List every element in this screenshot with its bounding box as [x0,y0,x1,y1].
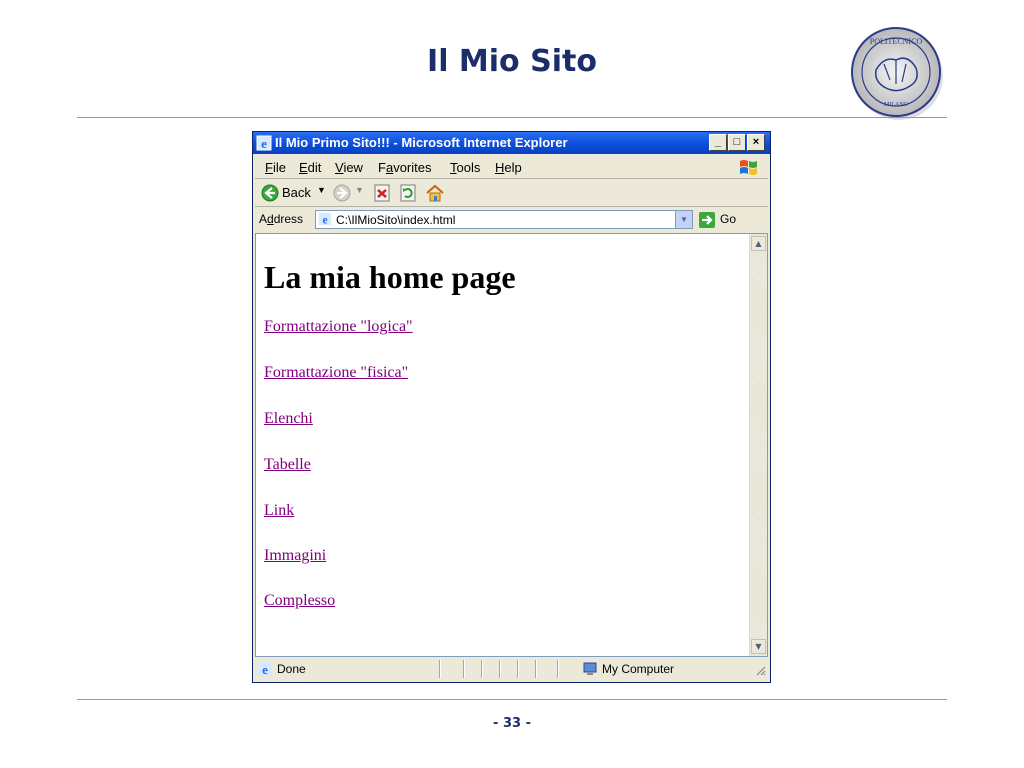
forward-dropdown-icon[interactable]: ▼ [355,185,364,195]
close-button[interactable]: × [747,134,765,151]
menu-file[interactable]: File [265,160,286,175]
vertical-scrollbar[interactable]: ▲ ▼ [749,234,767,656]
link-formattazione-fisica[interactable]: Formattazione "fisica" [264,364,408,382]
link-tabelle[interactable]: Tabelle [264,456,311,474]
window-titlebar[interactable]: e Il Mio Primo Sito!!! - Microsoft Inter… [253,132,770,154]
svg-text:POLITECNICO: POLITECNICO [870,37,923,46]
status-separator [557,660,559,678]
svg-text:MILANO: MILANO [884,102,909,108]
zone-text: My Computer [602,662,675,676]
ie-window: e Il Mio Primo Sito!!! - Microsoft Inter… [252,131,771,683]
refresh-icon[interactable] [399,184,417,202]
link-link[interactable]: Link [264,502,294,520]
back-dropdown-icon[interactable]: ▼ [317,185,326,195]
status-separator [439,660,441,678]
maximize-button[interactable]: □ [728,134,746,151]
scroll-up-button[interactable]: ▲ [751,236,766,251]
status-text: Done [277,662,306,676]
link-immagini[interactable]: Immagini [264,547,326,565]
menu-view[interactable]: View [335,160,363,175]
link-complesso[interactable]: Complesso [264,592,335,610]
status-bar: e Done My Computer [255,658,768,680]
ie-app-icon[interactable]: e [256,135,272,151]
status-separator [535,660,537,678]
resize-grip-icon[interactable] [754,664,766,676]
minimize-button[interactable]: _ [709,134,727,151]
address-dropdown-button[interactable]: ▼ [675,211,692,228]
back-arrow-icon[interactable] [261,184,279,202]
my-computer-icon [583,662,597,675]
windows-flag-icon [740,160,757,175]
address-input[interactable]: e C:\IlMioSito\index.html ▼ [315,210,693,229]
go-arrow-icon[interactable] [698,211,716,229]
page-content: La mia home page Formattazione "logica" … [264,234,744,609]
menu-tools[interactable]: Tools [450,160,480,175]
address-label: Address [259,212,304,226]
back-button-label[interactable]: Back [282,185,311,200]
status-separator [481,660,483,678]
status-separator [517,660,519,678]
page-viewport: La mia home page Formattazione "logica" … [255,233,768,657]
link-elenchi[interactable]: Elenchi [264,410,313,428]
stop-icon[interactable] [373,184,391,202]
menu-favorites[interactable]: Favorites [378,160,431,175]
page-icon: e [318,212,332,226]
home-icon[interactable] [425,183,445,203]
top-divider [77,117,947,118]
svg-text:e: e [262,662,268,677]
politecnico-logo: POLITECNICO MILANO [851,27,943,120]
bottom-divider [77,699,947,700]
svg-text:e: e [261,136,267,151]
address-value: C:\IlMioSito\index.html [336,213,456,227]
status-separator [499,660,501,678]
go-button-label[interactable]: Go [720,212,736,226]
page-done-icon: e [258,662,272,677]
menu-edit[interactable]: Edit [299,160,321,175]
page-heading: La mia home page [264,259,516,295]
svg-text:e: e [322,214,327,226]
scroll-down-button[interactable]: ▼ [751,639,766,654]
link-formattazione-logica[interactable]: Formattazione "logica" [264,318,413,336]
forward-arrow-icon[interactable] [333,184,351,202]
menu-bar: File Edit View Favorites Tools Help [255,156,768,179]
menu-help[interactable]: Help [495,160,522,175]
window-title: Il Mio Primo Sito!!! - Microsoft Interne… [275,135,568,150]
status-separator [463,660,465,678]
page-number: - 33 - [493,716,531,731]
toolbar: Back ▼ ▼ [255,180,768,207]
address-bar: Address e C:\IlMioSito\index.html ▼ Go [255,208,768,232]
